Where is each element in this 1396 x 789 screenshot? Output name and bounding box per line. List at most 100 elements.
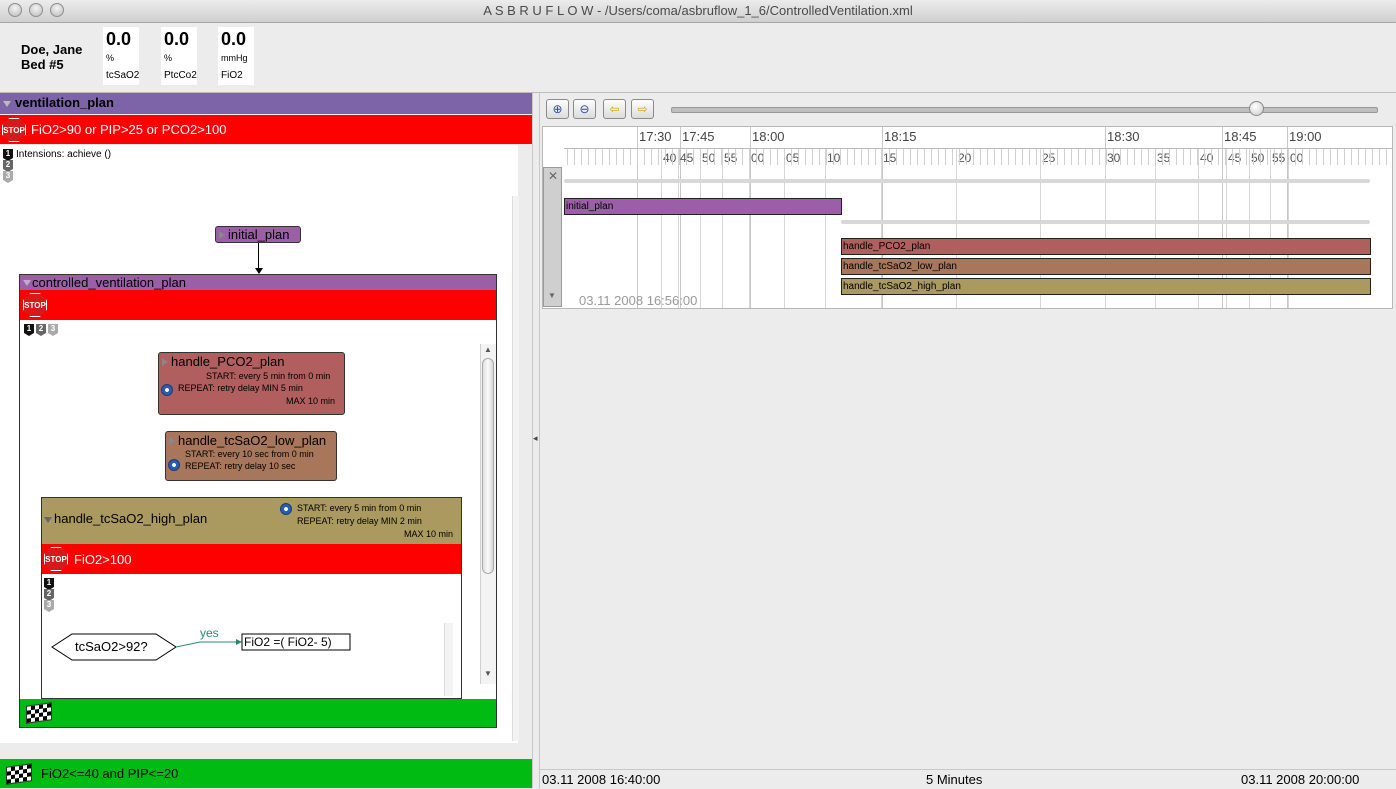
initial-plan-label: initial_plan (228, 227, 290, 242)
fine-tick (987, 149, 988, 165)
group-bracket (841, 220, 1370, 224)
expand-triangle-icon[interactable] (162, 358, 168, 366)
fine-tick (735, 149, 736, 165)
handle-pco2-plan-node[interactable]: handle_PCO2_plan START: every 5 min from… (158, 352, 345, 415)
fine-tick (1001, 149, 1002, 165)
fine-tick (742, 149, 743, 165)
gantt-bar-handle-pco2[interactable]: handle_PCO2_plan (841, 238, 1371, 255)
abort-condition-bar[interactable]: STOP FiO2>90 or PIP>25 or PCO2>100 (0, 115, 532, 144)
fine-tick (1351, 149, 1352, 165)
fine-tick (1358, 149, 1359, 165)
step-2-icon[interactable]: 2 (3, 160, 13, 172)
stop-icon: STOP (44, 547, 68, 571)
zoom-in-button[interactable]: ⊕ (546, 99, 569, 119)
fine-tick (875, 149, 876, 165)
zoom-slider-thumb[interactable] (1249, 101, 1265, 116)
fine-tick (1099, 149, 1100, 165)
handle-tcsao2-low-plan-node[interactable]: handle_tcSaO2_low_plan START: every 10 s… (165, 431, 337, 481)
intentions-text: Intensions: achieve () (16, 149, 112, 160)
scroll-down-arrow-icon[interactable]: ▼ (484, 669, 492, 678)
fine-tick (1190, 149, 1191, 165)
minute-gridline (784, 149, 785, 308)
high-plan-header[interactable]: handle_tcSaO2_high_plan START: every 5 m… (42, 498, 461, 544)
fine-tick (1071, 149, 1072, 165)
connector-line (258, 243, 259, 269)
fine-tick (1050, 149, 1051, 165)
controlled-abort-bar[interactable]: STOP (20, 290, 496, 320)
fine-tick (1365, 149, 1366, 165)
scroll-thumb[interactable] (482, 358, 494, 574)
scroll-up-arrow-icon[interactable]: ▲ (484, 345, 492, 354)
high-plan-scroll-track[interactable] (444, 623, 453, 696)
hour-label: 18:15 (884, 129, 917, 144)
high-plan-abort-bar[interactable]: STOP FiO2>100 (42, 544, 461, 574)
repeat-icon (168, 459, 180, 471)
stop-icon: STOP (23, 293, 47, 317)
step-3-icon[interactable]: 3 (3, 171, 13, 183)
fine-tick (1316, 149, 1317, 165)
fine-tick (966, 149, 967, 165)
subplan-start: START: every 5 min from 0 min (297, 503, 422, 513)
collapse-triangle-icon[interactable] (44, 517, 52, 523)
fine-tick (623, 149, 624, 165)
gantt-bar-label: handle_tcSaO2_high_plan (843, 281, 961, 292)
expand-triangle-icon[interactable] (169, 437, 175, 445)
fine-tick (651, 149, 652, 165)
zoom-out-icon: ⊖ (579, 102, 590, 116)
fine-tick (1120, 149, 1121, 165)
fine-tick (567, 149, 568, 165)
fine-tick (1036, 149, 1037, 165)
arrow-head-icon (236, 639, 242, 645)
fine-tick (1330, 149, 1331, 165)
controlled-plan-header[interactable]: controlled_ventilation_plan (20, 275, 496, 290)
collapse-triangle-icon[interactable] (23, 280, 31, 286)
ruler-divider (564, 148, 1392, 149)
gantt-bar-handle-tcsao2-high[interactable]: handle_tcSaO2_high_plan (841, 278, 1371, 295)
vitals-header: Doe, Jane Bed #5 0.0 % tcSaO2 0.0 % PtcC… (0, 23, 1396, 93)
fine-tick (672, 149, 673, 165)
scroll-right-button[interactable]: ⇨ (631, 99, 654, 119)
outer-scroll-track[interactable] (512, 196, 519, 741)
split-divider[interactable]: ◂ (532, 93, 540, 788)
zoom-out-button[interactable]: ⊖ (573, 99, 596, 119)
fine-tick (784, 149, 785, 165)
patient-bed: Bed #5 (21, 57, 64, 72)
controlled-complete-bar[interactable] (20, 699, 496, 727)
inner-scrollbar[interactable]: ▲ ▼ (480, 344, 496, 684)
collapse-triangle-icon[interactable] (3, 101, 11, 107)
vital-box: 0.0 % tcSaO2 (103, 27, 139, 85)
fine-tick (1267, 149, 1268, 165)
scroll-down-arrow-icon[interactable]: ▼ (548, 291, 556, 300)
fine-tick (1169, 149, 1170, 165)
minute-gridline (661, 149, 662, 308)
checkered-flag-icon (26, 702, 52, 724)
expand-triangle-icon[interactable] (219, 231, 225, 239)
fine-tick (847, 149, 848, 165)
fine-tick (826, 149, 827, 165)
gantt-bar-handle-tcsao2-low[interactable]: handle_tcSaO2_low_plan (841, 258, 1371, 275)
divider-arrow-icon[interactable]: ◂ (533, 433, 538, 444)
initial-plan-node[interactable]: initial_plan (215, 226, 301, 243)
minute-label: 20 (958, 151, 972, 165)
fine-tick (644, 149, 645, 165)
patient-info: Doe, Jane Bed #5 (21, 42, 82, 72)
fine-tick (1232, 149, 1233, 165)
step-1-icon[interactable]: 1 (3, 149, 13, 161)
close-icon[interactable]: ✕ (548, 169, 558, 183)
status-scale: 5 Minutes (926, 772, 983, 787)
fine-tick (658, 149, 659, 165)
timeline-watermark: 03.11 2008 16:56:00 (579, 293, 698, 308)
fine-tick (616, 149, 617, 165)
timeline-vscroll[interactable]: ✕ ▼ (543, 167, 562, 307)
hour-label: 17:45 (682, 129, 715, 144)
complete-condition-bar[interactable]: FiO2<=40 and PIP<=20 (0, 759, 532, 788)
plan-header[interactable]: ventilation_plan (0, 93, 532, 114)
action-text: FiO2 =( FiO2- 5) (244, 635, 332, 649)
fine-tick (833, 149, 834, 165)
gantt-bar-initial-plan[interactable]: initial_plan (564, 198, 842, 215)
fine-tick (910, 149, 911, 165)
zoom-slider-track[interactable] (671, 107, 1378, 113)
arrow-left-icon: ⇦ (609, 102, 620, 116)
fine-tick (1260, 149, 1261, 165)
scroll-left-button[interactable]: ⇦ (603, 99, 626, 119)
